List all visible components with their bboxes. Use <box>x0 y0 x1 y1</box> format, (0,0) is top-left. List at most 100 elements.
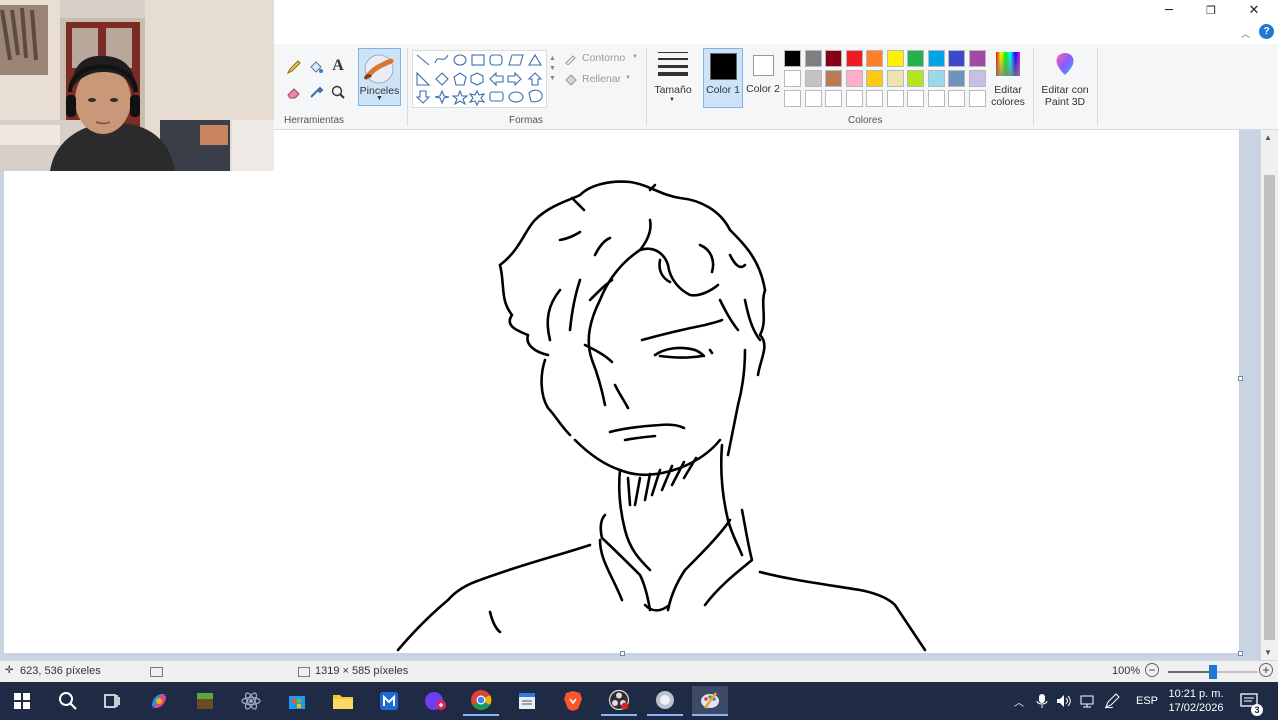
microphone-icon[interactable] <box>1036 682 1048 720</box>
palette-swatch[interactable] <box>948 50 965 67</box>
text-tool-icon[interactable]: A <box>328 56 348 76</box>
minecraft-icon[interactable] <box>187 686 223 716</box>
shapes-group-label: Formas <box>509 115 543 126</box>
notepad-icon[interactable] <box>509 686 545 716</box>
palette-swatch[interactable] <box>784 50 801 67</box>
malwarebytes-icon[interactable] <box>371 686 407 716</box>
brave-browser-icon[interactable] <box>555 686 591 716</box>
pencil-icon[interactable] <box>284 57 304 77</box>
screen-tool-icon[interactable] <box>647 686 683 716</box>
custom-color-slot[interactable] <box>845 90 863 107</box>
color1-button[interactable]: Color 1 <box>703 48 743 108</box>
scroll-down-arrow-icon[interactable]: ▼ <box>1264 648 1272 657</box>
shapes-gallery[interactable] <box>412 50 547 108</box>
vertical-scroll-thumb[interactable] <box>1264 175 1275 640</box>
chrome-icon[interactable] <box>463 686 499 716</box>
custom-color-slot[interactable] <box>927 90 945 107</box>
palette-swatch[interactable] <box>866 50 883 67</box>
custom-color-slot[interactable] <box>948 90 965 107</box>
palette-swatch[interactable] <box>948 70 965 87</box>
obs-studio-icon[interactable] <box>601 686 637 716</box>
atom-app-icon[interactable] <box>233 686 269 716</box>
clock[interactable]: 10:21 p. m. 17/02/2026 <box>1166 682 1226 720</box>
search-icon[interactable] <box>50 686 86 716</box>
pen-icon[interactable] <box>1104 682 1120 720</box>
tools-group-label: Herramientas <box>284 115 345 126</box>
cursor-position-text: 623, 536 píxeles <box>20 665 101 677</box>
palette-swatch[interactable] <box>845 50 863 67</box>
resize-handle-right[interactable] <box>1238 376 1243 381</box>
color-picker-icon[interactable] <box>306 82 326 102</box>
drawing-canvas[interactable] <box>4 130 1239 653</box>
restore-button[interactable]: ❐ <box>1190 0 1232 20</box>
image-size-icon <box>298 667 310 677</box>
custom-color-slot[interactable] <box>866 90 883 107</box>
resize-handle-corner[interactable] <box>1238 651 1243 656</box>
fill-shape-icon[interactable] <box>564 73 578 91</box>
fill-dropdown-label[interactable]: Rellenar <box>582 73 621 85</box>
edit-paint3d-button[interactable]: Editar con Paint 3D <box>1038 48 1092 110</box>
network-icon[interactable] <box>1080 682 1096 720</box>
palette-swatch[interactable] <box>886 70 904 87</box>
palette-swatch[interactable] <box>845 70 863 87</box>
notifications-button[interactable]: 3 <box>1240 682 1263 720</box>
edit-colors-button[interactable]: Editar colores <box>988 48 1028 110</box>
minimize-button[interactable]: ─ <box>1148 0 1190 20</box>
custom-color-slot[interactable] <box>804 90 822 107</box>
collapse-ribbon-icon[interactable]: ︿ <box>1241 27 1250 40</box>
file-explorer-icon[interactable] <box>325 686 361 716</box>
volume-icon[interactable] <box>1056 682 1072 720</box>
palette-swatch[interactable] <box>784 70 801 87</box>
color1-swatch <box>710 53 737 80</box>
shapes-gallery-icons <box>415 53 543 107</box>
size-button[interactable]: Tamaño ▼ <box>650 48 696 108</box>
size-dropdown-icon: ▼ <box>669 97 675 103</box>
outline-dropdown-label[interactable]: Contorno <box>582 52 625 64</box>
show-hidden-icons-button[interactable]: ︿ <box>1014 682 1024 720</box>
palette-swatch[interactable] <box>968 50 986 67</box>
custom-color-slot[interactable] <box>968 90 986 107</box>
palette-swatch[interactable] <box>804 50 822 67</box>
close-button[interactable]: ✕ <box>1233 0 1275 20</box>
custom-color-slot[interactable] <box>825 90 842 107</box>
separator <box>646 48 647 126</box>
paint-taskbar-icon[interactable] <box>692 686 728 716</box>
palette-swatch[interactable] <box>804 70 822 87</box>
palette-swatch[interactable] <box>825 50 842 67</box>
eraser-icon[interactable] <box>284 82 304 102</box>
brushes-button[interactable]: Pinceles ▼ <box>358 48 401 106</box>
palette-swatch[interactable] <box>825 70 842 87</box>
palette-swatch[interactable] <box>907 50 924 67</box>
windows-start-icon[interactable] <box>4 686 40 716</box>
custom-color-slot[interactable] <box>886 90 904 107</box>
shapes-scroll-icon[interactable]: ▲ ▼ ▼ <box>549 54 556 84</box>
zoom-in-button[interactable]: + <box>1259 663 1273 677</box>
fill-bucket-icon[interactable] <box>306 57 326 77</box>
palette-swatch[interactable] <box>907 70 924 87</box>
custom-color-slot[interactable] <box>907 90 924 107</box>
palette-swatch[interactable] <box>866 70 883 87</box>
zoom-slider-thumb[interactable] <box>1209 665 1217 679</box>
resize-handle-bottom[interactable] <box>620 651 625 656</box>
outline-icon[interactable] <box>564 52 578 70</box>
scroll-up-arrow-icon[interactable]: ▲ <box>1264 133 1272 142</box>
edit-colors-label: Editar colores <box>991 84 1025 108</box>
help-icon[interactable]: ? <box>1259 24 1274 39</box>
palette-swatch[interactable] <box>886 50 904 67</box>
palette-swatch[interactable] <box>927 70 945 87</box>
color2-button[interactable]: Color 2 <box>745 48 781 108</box>
ribbon-tab-strip <box>274 20 1278 44</box>
palette-swatch[interactable] <box>927 50 945 67</box>
copilot-icon[interactable] <box>141 686 177 716</box>
zoom-level-text: 100% <box>1112 665 1141 677</box>
task-view-icon[interactable] <box>94 686 130 716</box>
zoom-out-button[interactable]: − <box>1145 663 1159 677</box>
separator <box>1097 48 1098 126</box>
custom-color-slot[interactable] <box>784 90 801 107</box>
magnifier-icon[interactable] <box>328 82 348 102</box>
microsoft-store-icon[interactable] <box>279 686 315 716</box>
messaging-app-icon[interactable] <box>417 686 453 716</box>
palette-swatch[interactable] <box>968 70 986 87</box>
sketch-drawing <box>396 180 927 652</box>
language-indicator[interactable]: ESP <box>1136 682 1158 720</box>
